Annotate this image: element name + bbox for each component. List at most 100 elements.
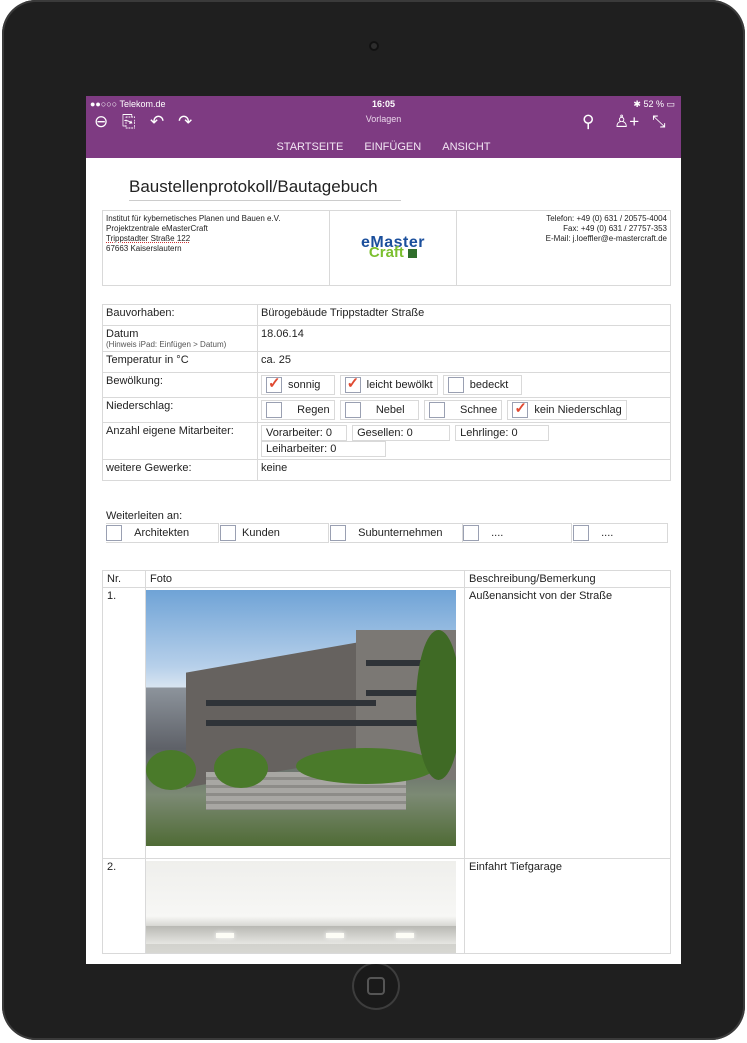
temperature-value[interactable]: ca. 25	[257, 351, 671, 373]
option-label: Architekten	[134, 527, 190, 539]
checkbox-icon[interactable]	[463, 525, 479, 542]
checkbox-icon[interactable]	[266, 402, 282, 418]
checkbox-icon[interactable]	[428, 402, 445, 418]
checkbox-icon[interactable]	[106, 525, 122, 542]
col-header-foto: Foto	[145, 570, 465, 588]
screen: ●●○○○ Telekom.de 16:05 ✱ 52 % ▭ Vorlagen…	[86, 96, 681, 964]
forward-title: Weiterleiten an:	[106, 510, 183, 522]
shrub	[214, 748, 268, 788]
checkbox-icon[interactable]	[330, 525, 346, 542]
option-label: Nebel	[375, 403, 405, 416]
checkbox-icon[interactable]	[220, 525, 236, 542]
option-schnee[interactable]: Schnee	[423, 400, 503, 420]
shrub	[146, 750, 196, 790]
niederschlag-options: Regen Nebel Schnee kein Niederschlag	[257, 397, 671, 423]
gesellen-field[interactable]: Gesellen: 0	[352, 425, 451, 441]
add-person-icon[interactable]: ♙+	[614, 112, 639, 132]
address-line: 67663 Kaiserslautern	[106, 244, 182, 253]
bauvorhaben-value[interactable]: Bürogebäude Trippstadter Straße	[257, 304, 671, 326]
home-button-icon	[367, 977, 385, 995]
tab-einfuegen[interactable]: EINFÜGEN	[364, 141, 421, 153]
home-button[interactable]	[352, 962, 400, 1010]
datum-label: Datum	[106, 328, 139, 340]
search-icon[interactable]: ⚲	[582, 112, 594, 132]
back-icon[interactable]: ⊖	[94, 112, 108, 132]
photo-cell	[145, 587, 465, 859]
datum-value[interactable]: 18.06.14	[257, 325, 671, 352]
checkbox-checked-icon[interactable]	[344, 374, 361, 393]
checkbox-icon[interactable]	[344, 402, 361, 418]
garage-photo[interactable]	[146, 861, 456, 953]
niederschlag-label: Niederschlag:	[102, 397, 258, 423]
table-row: 2. Einfahrt Tiefgarage	[102, 858, 671, 954]
gewerke-value[interactable]: keine	[257, 459, 671, 481]
leiharbeiter-field[interactable]: Leiharbeiter: 0	[261, 441, 386, 457]
col-header-beschreibung: Beschreibung/Bemerkung	[464, 570, 671, 588]
vorarbeiter-field[interactable]: Vorarbeiter: 0	[261, 425, 347, 441]
building-photo[interactable]	[146, 590, 456, 846]
ceiling-lamp	[396, 933, 414, 938]
tab-ansicht[interactable]: ANSICHT	[442, 141, 490, 153]
forward-other-2[interactable]: ....	[573, 523, 668, 543]
option-label: Kunden	[242, 527, 280, 539]
address-cell: Institut für kybernetisches Planen und B…	[102, 210, 330, 286]
option-sonnig[interactable]: sonnig	[261, 374, 335, 395]
undo-icon[interactable]: ↶	[150, 112, 164, 132]
table-row: 1. Außenansicht von der Straße	[102, 587, 671, 859]
bauvorhaben-label: Bauvorhaben:	[102, 304, 258, 326]
option-regen[interactable]: Regen	[261, 400, 335, 420]
lehrlinge-field[interactable]: Lehrlinge: 0	[455, 425, 550, 441]
option-leicht-bewoelkt[interactable]: leicht bewölkt	[339, 374, 438, 395]
row-description[interactable]: Einfahrt Tiefgarage	[464, 858, 671, 954]
contact-line: Telefon: +49 (0) 631 / 20575-4004	[546, 214, 667, 223]
photo-cell	[145, 858, 465, 954]
row-number: 2.	[102, 858, 146, 954]
forward-options: Architekten Kunden Subunternehmen .... .…	[106, 523, 671, 543]
option-label: ....	[491, 527, 504, 539]
option-label: bedeckt	[469, 378, 509, 391]
row-description[interactable]: Außenansicht von der Straße	[464, 587, 671, 859]
checkbox-icon[interactable]	[573, 525, 589, 542]
forward-architekten[interactable]: Architekten	[106, 523, 219, 543]
option-label: Schnee	[459, 403, 498, 416]
redo-icon[interactable]: ↷	[178, 112, 192, 132]
option-label: ....	[601, 527, 614, 539]
logo-text-bottom: Craft	[368, 244, 404, 261]
bauvorhaben-text: Bürogebäude Trippstadter Straße	[261, 307, 425, 319]
row-number: 1.	[102, 587, 146, 859]
option-bedeckt[interactable]: bedeckt	[442, 375, 523, 395]
tab-startseite[interactable]: STARTSEITE	[276, 141, 343, 153]
checkbox-checked-icon[interactable]	[512, 399, 529, 418]
tree	[416, 630, 456, 780]
checkbox-icon[interactable]	[447, 377, 464, 393]
forward-kunden[interactable]: Kunden	[220, 523, 329, 543]
window-band	[206, 700, 376, 706]
option-kein-niederschlag[interactable]: kein Niederschlag	[507, 399, 627, 420]
datum-hint: (Hinweis iPad: Einfügen > Datum)	[106, 340, 227, 349]
logo-mark-icon	[408, 248, 418, 258]
option-label: Regen	[297, 403, 330, 416]
address-line: Projektzentrale eMasterCraft	[106, 224, 208, 233]
logo-cell: eMaster Craft	[329, 210, 457, 286]
option-nebel[interactable]: Nebel	[339, 400, 419, 420]
checkbox-checked-icon[interactable]	[266, 374, 282, 393]
bewoelkung-options: sonnig leicht bewölkt bedeckt	[257, 372, 671, 398]
forward-subunternehmen[interactable]: Subunternehmen	[330, 523, 463, 543]
address-line: Trippstadter Straße 122	[106, 234, 191, 243]
ribbon-tabs: STARTSEITE EINFÜGEN ANSICHT	[86, 141, 681, 153]
battery-status: ✱ 52 % ▭	[633, 99, 675, 109]
contact-line: Fax: +49 (0) 631 / 27757-353	[563, 224, 667, 233]
gewerke-label: weitere Gewerke:	[102, 459, 258, 481]
ceiling-lamp	[216, 933, 234, 938]
camera	[369, 41, 379, 51]
share-icon[interactable]: ⎘	[122, 112, 136, 132]
mitarbeiter-label: Anzahl eigene Mitarbeiter:	[102, 422, 258, 460]
window-band	[206, 720, 376, 726]
collapse-icon[interactable]: ⤡	[652, 112, 666, 132]
forward-other-1[interactable]: ....	[463, 523, 572, 543]
option-label: Subunternehmen	[358, 527, 443, 539]
option-label: kein Niederschlag	[534, 403, 622, 416]
address-line: Institut für kybernetisches Planen und B…	[106, 214, 281, 223]
contact-line: E-Mail: j.loeffler@e-mastercraft.de	[545, 234, 667, 243]
app-toolbar: ●●○○○ Telekom.de 16:05 ✱ 52 % ▭ Vorlagen…	[86, 96, 681, 158]
